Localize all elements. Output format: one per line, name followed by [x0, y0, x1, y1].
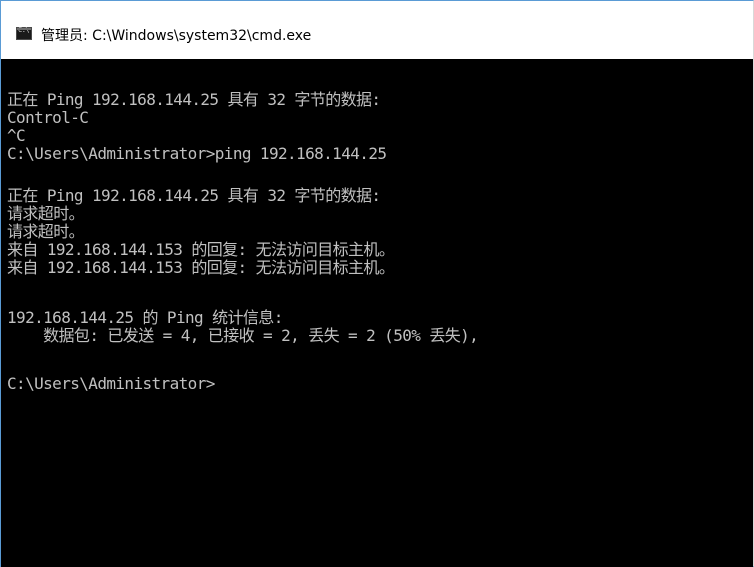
- console-output[interactable]: 正在 Ping 192.168.144.25 具有 32 字节的数据: Cont…: [1, 59, 753, 567]
- console-line: 请求超时。: [7, 222, 85, 241]
- console-line: 正在 Ping 192.168.144.25 具有 32 字节的数据:: [7, 90, 381, 109]
- console-prompt-line: C:\Users\Administrator>: [7, 374, 215, 393]
- console-prompt-line: C:\Users\Administrator>ping 192.168.144.…: [7, 144, 387, 163]
- title-bar[interactable]: 管理员: C:\Windows\system32\cmd.exe: [1, 1, 753, 59]
- console-line: 正在 Ping 192.168.144.25 具有 32 字节的数据:: [7, 186, 381, 205]
- console-line: 数据包: 已发送 = 4, 已接收 = 2, 丢失 = 2 (50% 丢失),: [7, 326, 479, 345]
- window-title: 管理员: C:\Windows\system32\cmd.exe: [41, 28, 312, 44]
- console-line: 请求超时。: [7, 204, 85, 223]
- console-line: ^C: [7, 126, 26, 145]
- console-line: 来自 192.168.144.153 的回复: 无法访问目标主机。: [7, 240, 395, 259]
- cmd-window: 管理员: C:\Windows\system32\cmd.exe 正在 Ping…: [0, 0, 754, 567]
- console-line: 192.168.144.25 的 Ping 统计信息:: [7, 308, 283, 327]
- console-line: Control-C: [7, 108, 89, 127]
- cmd-icon[interactable]: [16, 26, 32, 40]
- console-line: 来自 192.168.144.153 的回复: 无法访问目标主机。: [7, 258, 395, 277]
